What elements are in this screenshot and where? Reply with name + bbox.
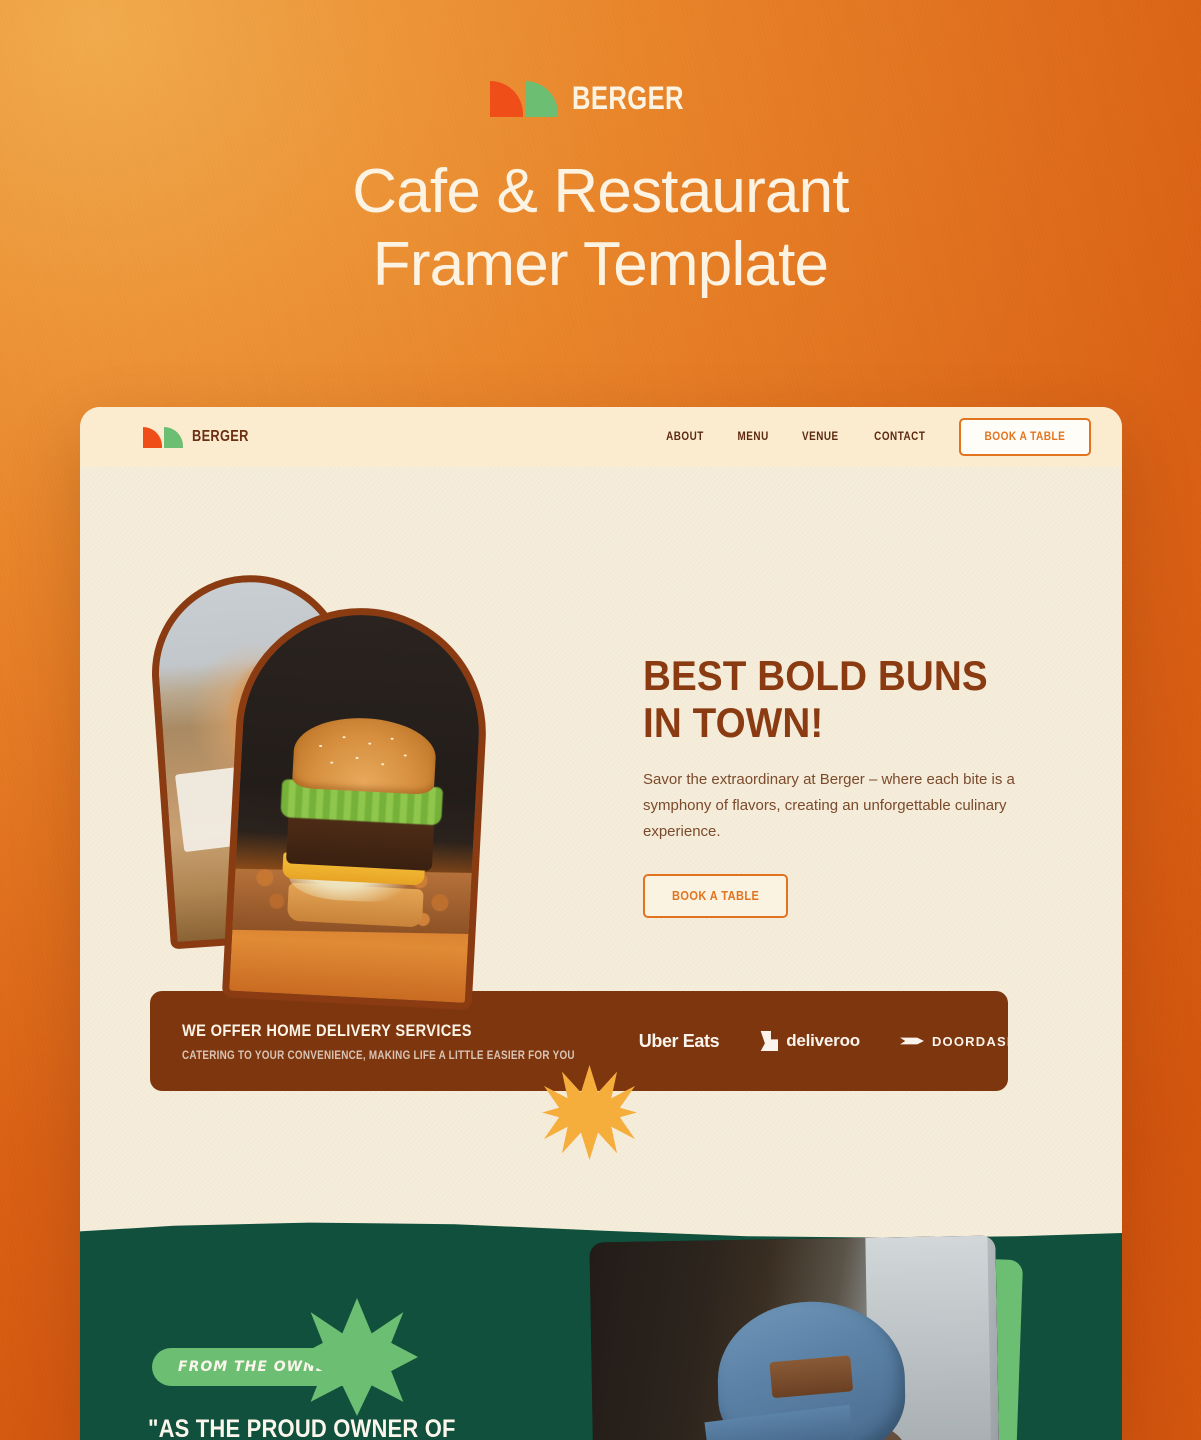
- site-hero-section: BEST BOLD BUNS IN TOWN! Savor the extrao…: [80, 467, 1122, 1440]
- navbar-logo-mark: [143, 426, 183, 448]
- hero-primary-photo: [221, 609, 485, 1003]
- partner-uber-eats[interactable]: Uber Eats: [638, 1030, 720, 1052]
- site-navbar: BERGER ABOUT MENU VENUE CONTACT BOOK A T…: [80, 407, 1122, 467]
- doordash-label: DOORDASH: [931, 1033, 1008, 1049]
- delivery-partner-logos: Uber Eats deliveroo DOORDASH: [639, 1031, 1008, 1052]
- owner-quote-line-1: "AS THE PROUD OWNER OF BERGER,: [148, 1415, 456, 1440]
- deliveroo-label: deliveroo: [786, 1031, 860, 1050]
- hero-image-primary: [221, 601, 493, 1011]
- quarter-circle-red-icon: [489, 80, 523, 117]
- nav-link-venue[interactable]: VENUE: [802, 431, 839, 443]
- doordash-dash-icon: [899, 1037, 924, 1045]
- navbar-brand-name: BERGER: [191, 428, 249, 445]
- hero-book-a-table-button[interactable]: BOOK A TABLE: [643, 874, 789, 919]
- deliveroo-kangaroo-icon: [760, 1031, 779, 1051]
- hero-heading-line-2: IN TOWN!: [643, 699, 824, 747]
- navbar-book-a-table-button[interactable]: BOOK A TABLE: [959, 418, 1091, 456]
- promo-brand-name: BERGER: [571, 80, 684, 116]
- hero-heading-line-1: BEST BOLD BUNS: [643, 652, 988, 699]
- nav-link-contact[interactable]: CONTACT: [874, 431, 925, 443]
- owner-quote: "AS THE PROUD OWNER OF BERGER, MY PASSIO…: [148, 1413, 568, 1440]
- delivery-banner-text: WE OFFER HOME DELIVERY SERVICES CATERING…: [182, 1021, 639, 1062]
- nav-link-about[interactable]: ABOUT: [666, 431, 704, 443]
- navbar-links: ABOUT MENU VENUE CONTACT: [663, 431, 929, 443]
- partner-deliveroo[interactable]: deliveroo: [759, 1031, 860, 1051]
- cap-leather-patch-shape: [768, 1355, 854, 1399]
- delivery-heading: WE OFFER HOME DELIVERY SERVICES: [182, 1020, 472, 1040]
- top-bun-shape: [291, 714, 437, 795]
- promo-title-line-1: Cafe & Restaurant: [352, 157, 849, 226]
- quarter-circle-green-icon: [524, 80, 558, 117]
- navbar-book-a-table-label: BOOK A TABLE: [984, 431, 1066, 443]
- partner-doordash[interactable]: DOORDASH: [899, 1033, 1008, 1049]
- website-preview-card: BERGER ABOUT MENU VENUE CONTACT BOOK A T…: [80, 407, 1122, 1440]
- hero-book-a-table-label: BOOK A TABLE: [671, 889, 760, 904]
- delivery-banner: WE OFFER HOME DELIVERY SERVICES CATERING…: [150, 991, 1008, 1091]
- hero-copy-block: BEST BOLD BUNS IN TOWN! Savor the extrao…: [643, 652, 1018, 919]
- delivery-subheading: CATERING TO YOUR CONVENIENCE, MAKING LIF…: [182, 1049, 575, 1062]
- promo-title: Cafe & Restaurant Framer Template: [352, 155, 849, 301]
- promo-title-line-2: Framer Template: [372, 230, 829, 300]
- owner-section: FROM THE OWNER "AS THE PROUD OWNER OF BE…: [80, 1217, 1122, 1440]
- nav-link-menu[interactable]: MENU: [737, 431, 768, 443]
- promo-header: BERGER Cafe & Restaurant Framer Template: [0, 0, 1201, 301]
- quarter-circle-red-icon: [143, 426, 162, 448]
- hero-image-group: [145, 568, 558, 1011]
- hero-heading: BEST BOLD BUNS IN TOWN!: [643, 652, 1018, 747]
- quarter-circle-green-icon: [163, 426, 183, 448]
- navbar-brand[interactable]: BERGER: [143, 426, 262, 448]
- hero-paragraph: Savor the extraordinary at Berger – wher…: [643, 770, 1015, 840]
- eight-point-star-icon: [296, 1298, 418, 1416]
- uber-eats-label: Uber Eats: [638, 1030, 720, 1051]
- promo-brand-lockup: BERGER: [489, 80, 712, 117]
- owner-photo: [589, 1235, 1001, 1440]
- berger-logo-mark: [489, 80, 558, 117]
